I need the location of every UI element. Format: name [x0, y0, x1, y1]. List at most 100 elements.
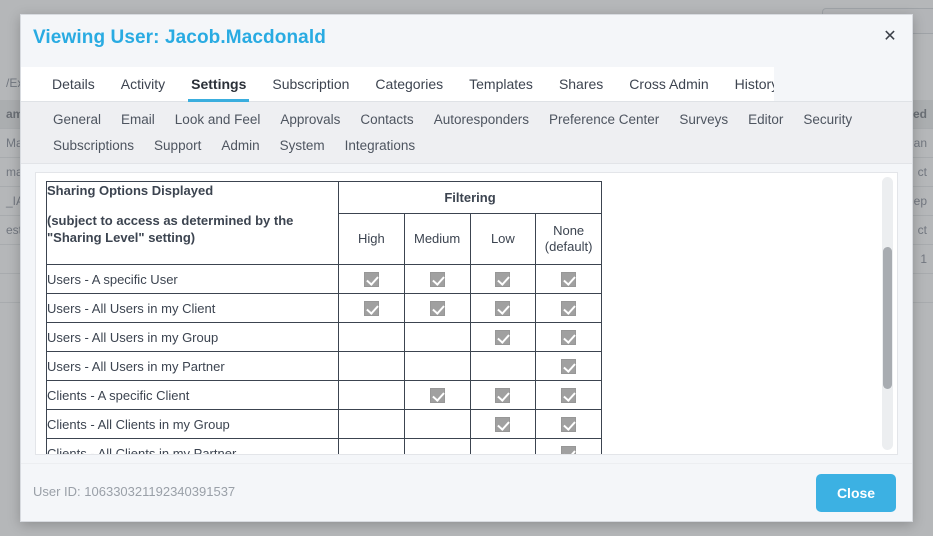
checkbox-checked-icon[interactable] — [495, 301, 511, 317]
checkbox-cell — [535, 322, 602, 352]
checkbox-cell — [403, 438, 471, 454]
checkbox-cell — [403, 322, 471, 352]
checkbox-checked-icon[interactable] — [429, 301, 445, 317]
checkbox-cell — [338, 264, 405, 294]
subtab-email[interactable]: Email — [111, 107, 165, 133]
checkbox-checked-icon[interactable] — [561, 330, 577, 346]
tab-templates[interactable]: Templates — [456, 67, 546, 101]
checkbox-checked-icon[interactable] — [561, 446, 577, 454]
checkbox-checked-icon[interactable] — [363, 272, 379, 288]
subtab-system[interactable]: System — [270, 133, 335, 159]
tab-subscription[interactable]: Subscription — [259, 67, 362, 101]
checkbox-cell — [469, 322, 537, 352]
checkbox-cell — [535, 409, 602, 439]
tab-settings[interactable]: Settings — [178, 67, 259, 102]
sharing-options-table-head: Sharing Options Displayed (subject to ac… — [46, 181, 602, 265]
close-button[interactable]: Close — [816, 474, 896, 512]
table-row: Clients - All Clients in my Partner — [46, 438, 602, 454]
filter-column-header: Low — [469, 213, 537, 265]
checkbox-cell — [338, 438, 405, 454]
subtab-security[interactable]: Security — [793, 107, 862, 133]
filtering-group-header: Filtering — [338, 181, 602, 214]
sharing-options-table: Sharing Options Displayed (subject to ac… — [46, 181, 602, 454]
sharing-options-table-body: Users - A specific User Users - All Users… — [46, 264, 602, 454]
checkbox-checked-icon[interactable] — [495, 330, 511, 346]
checkbox-cell — [338, 409, 405, 439]
primary-tab-bar-filler — [774, 67, 912, 101]
sharing-option-label: Users - A specific User — [46, 264, 339, 294]
content-scrollbar-thumb[interactable] — [883, 247, 892, 389]
checkbox-cell — [535, 351, 602, 381]
checkbox-checked-icon[interactable] — [561, 388, 577, 404]
viewing-user-modal: Viewing User: Jacob.Macdonald ✕ Details A… — [20, 14, 913, 522]
table-row: Users - A specific User — [46, 264, 602, 294]
sharing-option-label: Clients - All Clients in my Group — [46, 409, 339, 439]
settings-content-inner: Sharing Options Displayed (subject to ac… — [36, 173, 897, 454]
subtab-approvals[interactable]: Approvals — [270, 107, 350, 133]
close-icon[interactable]: ✕ — [880, 26, 900, 46]
subtab-look-and-feel[interactable]: Look and Feel — [165, 107, 271, 133]
content-scrollbar-track[interactable] — [882, 177, 893, 450]
checkbox-cell — [338, 322, 405, 352]
settings-content-card: Sharing Options Displayed (subject to ac… — [35, 172, 898, 455]
checkbox-checked-icon[interactable] — [429, 388, 445, 404]
table-header-row-group: Sharing Options Displayed (subject to ac… — [46, 181, 602, 265]
user-id-text: User ID: 106330321192340391537 — [33, 484, 236, 499]
checkbox-cell — [469, 264, 537, 294]
checkbox-checked-icon[interactable] — [495, 417, 511, 433]
tab-categories[interactable]: Categories — [362, 67, 456, 101]
secondary-tab-bar: General Email Look and Feel Approvals Contac… — [21, 102, 912, 164]
checkbox-cell — [469, 438, 537, 454]
table-row: Users - All Users in my Partner — [46, 351, 602, 381]
checkbox-checked-icon[interactable] — [561, 359, 577, 375]
subtab-contacts[interactable]: Contacts — [350, 107, 423, 133]
filter-column-header: None (default) — [535, 213, 602, 265]
checkbox-checked-icon[interactable] — [495, 272, 511, 288]
tab-cross-admin[interactable]: Cross Admin — [616, 67, 721, 101]
checkbox-cell — [403, 264, 471, 294]
checkbox-checked-icon[interactable] — [363, 301, 379, 317]
filter-column-header: Medium — [403, 213, 471, 265]
checkbox-cell — [338, 293, 405, 323]
tab-shares[interactable]: Shares — [546, 67, 616, 101]
checkbox-cell — [535, 438, 602, 454]
subtab-preference-center[interactable]: Preference Center — [539, 107, 669, 133]
checkbox-cell — [403, 293, 471, 323]
tab-details[interactable]: Details — [39, 67, 108, 101]
checkbox-checked-icon[interactable] — [495, 388, 511, 404]
checkbox-checked-icon[interactable] — [561, 301, 577, 317]
checkbox-checked-icon[interactable] — [561, 417, 577, 433]
subtab-editor[interactable]: Editor — [738, 107, 793, 133]
sharing-option-label: Users - All Users in my Client — [46, 293, 339, 323]
filter-column-header: High — [338, 213, 405, 265]
table-row: Users - All Users in my Client — [46, 293, 602, 323]
checkbox-cell — [469, 409, 537, 439]
checkbox-cell — [338, 351, 405, 381]
subtab-autoresponders[interactable]: Autoresponders — [424, 107, 539, 133]
subtab-surveys[interactable]: Surveys — [669, 107, 738, 133]
subtab-support[interactable]: Support — [144, 133, 211, 159]
checkbox-cell — [469, 351, 537, 381]
subtab-admin[interactable]: Admin — [211, 133, 269, 159]
tab-activity[interactable]: Activity — [108, 67, 178, 101]
checkbox-checked-icon[interactable] — [561, 272, 577, 288]
sharing-option-label: Clients - A specific Client — [46, 380, 339, 410]
checkbox-cell — [469, 293, 537, 323]
checkbox-cell — [403, 409, 471, 439]
checkbox-cell — [403, 351, 471, 381]
subtab-integrations[interactable]: Integrations — [335, 133, 426, 159]
checkbox-checked-icon[interactable] — [429, 272, 445, 288]
checkbox-cell — [338, 380, 405, 410]
page-title: Viewing User: Jacob.Macdonald — [33, 27, 326, 48]
modal-footer: User ID: 106330321192340391537 Close — [21, 463, 912, 521]
subtab-general[interactable]: General — [43, 107, 111, 133]
table-row: Users - All Users in my Group — [46, 322, 602, 352]
checkbox-cell — [403, 380, 471, 410]
sharing-option-label: Users - All Users in my Group — [46, 322, 339, 352]
subtab-subscriptions[interactable]: Subscriptions — [43, 133, 144, 159]
sharing-options-subtitle: (subject to access as determined by the … — [47, 213, 294, 245]
sharing-options-title: Sharing Options Displayed — [47, 183, 214, 198]
checkbox-cell — [535, 293, 602, 323]
table-row: Clients - A specific Client — [46, 380, 602, 410]
modal-body: Sharing Options Displayed (subject to ac… — [21, 164, 912, 463]
